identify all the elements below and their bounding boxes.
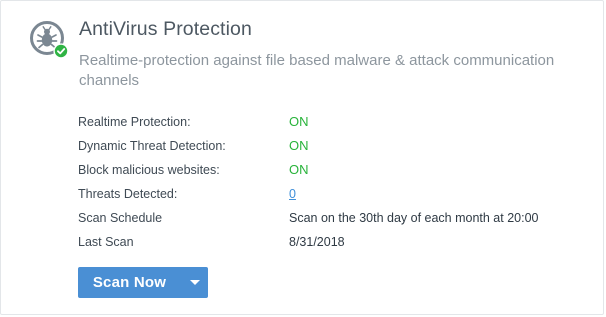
last-scan-value: 8/31/2018 <box>289 235 345 249</box>
status-list: Realtime Protection: ON Dynamic Threat D… <box>78 112 588 256</box>
bug-shield-check-icon <box>30 21 69 59</box>
status-row-threats-detected: Threats Detected: 0 <box>78 184 588 208</box>
status-value-on: ON <box>289 162 309 177</box>
status-value-on: ON <box>289 114 309 129</box>
caret-down-icon <box>189 280 200 285</box>
status-label: Last Scan <box>78 235 134 249</box>
scan-now-button[interactable]: Scan Now <box>78 267 181 298</box>
status-label: Scan Schedule <box>78 211 163 225</box>
status-row-scan-schedule: Scan Schedule Scan on the 30th day of ea… <box>78 208 588 232</box>
status-row-realtime-protection: Realtime Protection: ON <box>78 112 588 136</box>
scan-options-dropdown-button[interactable] <box>181 267 208 298</box>
threats-detected-link[interactable]: 0 <box>289 184 296 204</box>
status-label: Dynamic Threat Detection: <box>78 139 226 153</box>
status-row-block-malicious-websites: Block malicious websites: ON <box>78 160 588 184</box>
scan-schedule-value: Scan on the 30th day of each month at 20… <box>289 211 539 225</box>
status-value-on: ON <box>289 138 309 153</box>
status-label: Block malicious websites: <box>78 163 220 177</box>
scan-now-split-button: Scan Now <box>78 267 208 298</box>
status-row-last-scan: Last Scan 8/31/2018 <box>78 232 588 256</box>
antivirus-panel: AntiVirus Protection Realtime-protection… <box>0 0 604 315</box>
status-label: Realtime Protection: <box>78 115 191 129</box>
page-title: AntiVirus Protection <box>79 18 252 40</box>
status-label: Threats Detected: <box>78 187 178 201</box>
status-row-dynamic-threat-detection: Dynamic Threat Detection: ON <box>78 136 588 160</box>
page-subtitle: Realtime-protection against file based m… <box>79 52 555 89</box>
